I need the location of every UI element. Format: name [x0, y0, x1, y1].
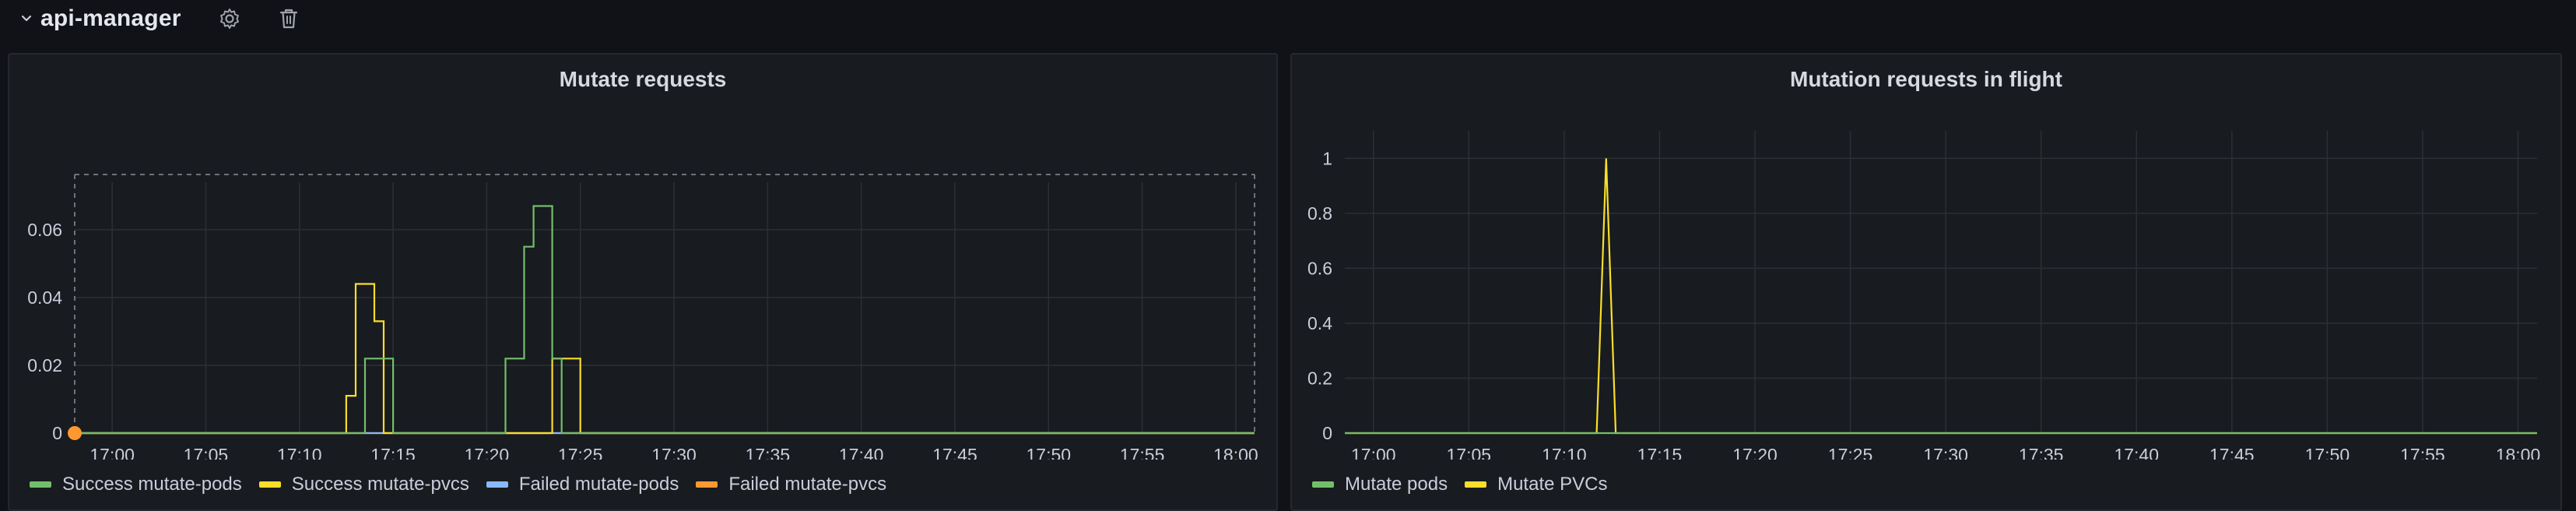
y-tick-label: 0.4: [1307, 313, 1332, 333]
x-tick-label: 17:05: [1447, 445, 1492, 460]
legend-item-mutate-pvcs[interactable]: Mutate PVCs: [1465, 474, 1607, 495]
x-tick-label: 17:20: [465, 445, 510, 460]
x-tick-label: 17:50: [1027, 445, 1072, 460]
legend-item-mutate-pods[interactable]: Mutate pods: [1312, 474, 1448, 495]
legend-swatch: [486, 481, 508, 488]
y-tick-label: 0: [1322, 423, 1332, 443]
x-tick-label: 17:30: [1923, 445, 1968, 460]
legend-label: Failed mutate-pvcs: [728, 474, 887, 495]
x-tick-label: 17:10: [277, 445, 322, 460]
x-tick-label: 18:00: [2496, 445, 2541, 460]
x-tick-label: 17:00: [1351, 445, 1396, 460]
legend-item-success-mutate-pods[interactable]: Success mutate-pods: [30, 474, 242, 495]
x-tick-label: 17:50: [2305, 445, 2350, 460]
chevron-down-icon[interactable]: [19, 11, 34, 26]
annotation-marker[interactable]: [68, 426, 82, 440]
y-tick-label: 0: [52, 423, 62, 443]
x-tick-label: 17:55: [2400, 445, 2445, 460]
series-line-success-mutate-pods[interactable]: [75, 205, 1255, 435]
x-tick-label: 17:10: [1542, 445, 1587, 460]
x-tick-label: 17:20: [1732, 445, 1778, 460]
legend: Mutate pods Mutate PVCs: [1312, 474, 1624, 495]
gear-icon[interactable]: [216, 5, 244, 33]
legend-label: Success mutate-pvcs: [291, 474, 469, 495]
x-tick-label: 17:25: [1828, 445, 1873, 460]
x-tick-label: 17:35: [746, 445, 791, 460]
panel-mutate-requests[interactable]: Mutate requests 0 0.02 0.04 0.06 17:00 17:05 1…: [8, 53, 1278, 511]
x-tick-label: 17:45: [2209, 445, 2255, 460]
series-line-mutate-pvcs[interactable]: [1345, 158, 2537, 435]
legend-swatch: [1312, 481, 1334, 488]
x-tick-label: 17:35: [2019, 445, 2064, 460]
y-tick-label: 1: [1322, 148, 1332, 168]
mutate-requests-chart[interactable]: 0 0.02 0.04 0.06 17:00 17:05 17:10 17:15 17:20 17…: [9, 55, 1276, 460]
mutation-requests-in-flight-chart[interactable]: 0 0.2 0.4 0.6 0.8 1 17:00 17:05 17:10 17:15 17:20 1…: [1292, 55, 2560, 460]
legend-item-failed-mutate-pvcs[interactable]: Failed mutate-pvcs: [696, 474, 886, 495]
y-tick-label: 0.02: [27, 355, 62, 375]
legend-swatch: [258, 481, 281, 488]
legend-item-failed-mutate-pods[interactable]: Failed mutate-pods: [486, 474, 679, 495]
legend-item-success-mutate-pvcs[interactable]: Success mutate-pvcs: [258, 474, 469, 495]
x-tick-label: 17:05: [184, 445, 229, 460]
panel-mutation-requests-in-flight[interactable]: Mutation requests in flight 0 0.2 0.4 0.6 0.…: [1290, 53, 2562, 511]
legend-label: Mutate pods: [1345, 474, 1448, 495]
y-tick-label: 0.6: [1307, 258, 1332, 278]
legend-label: Success mutate-pods: [62, 474, 242, 495]
x-tick-label: 17:40: [839, 445, 884, 460]
x-tick-label: 17:25: [558, 445, 603, 460]
y-tick-label: 0.8: [1307, 203, 1332, 224]
y-tick-label: 0.06: [27, 220, 62, 240]
x-tick-label: 18:00: [1213, 445, 1258, 460]
legend-label: Failed mutate-pods: [518, 474, 679, 495]
row-title[interactable]: api-manager: [40, 5, 181, 32]
dashboard-row-header: api-manager: [0, 0, 2576, 37]
legend-swatch: [30, 481, 51, 488]
legend: Success mutate-pods Success mutate-pvcs …: [30, 474, 904, 495]
legend-label: Mutate PVCs: [1497, 474, 1608, 495]
legend-swatch: [696, 481, 718, 488]
x-tick-label: 17:15: [370, 445, 416, 460]
legend-swatch: [1465, 481, 1487, 488]
x-tick-label: 17:55: [1120, 445, 1165, 460]
x-tick-label: 17:30: [651, 445, 697, 460]
x-tick-label: 17:45: [932, 445, 977, 460]
y-tick-label: 0.2: [1307, 368, 1332, 388]
series-line-success-mutate-pvcs[interactable]: [75, 283, 1255, 435]
x-tick-label: 17:40: [2114, 445, 2159, 460]
trash-icon[interactable]: [275, 5, 303, 33]
y-tick-label: 0.04: [27, 287, 62, 308]
x-tick-label: 17:15: [1637, 445, 1683, 460]
x-tick-label: 17:00: [89, 445, 135, 460]
